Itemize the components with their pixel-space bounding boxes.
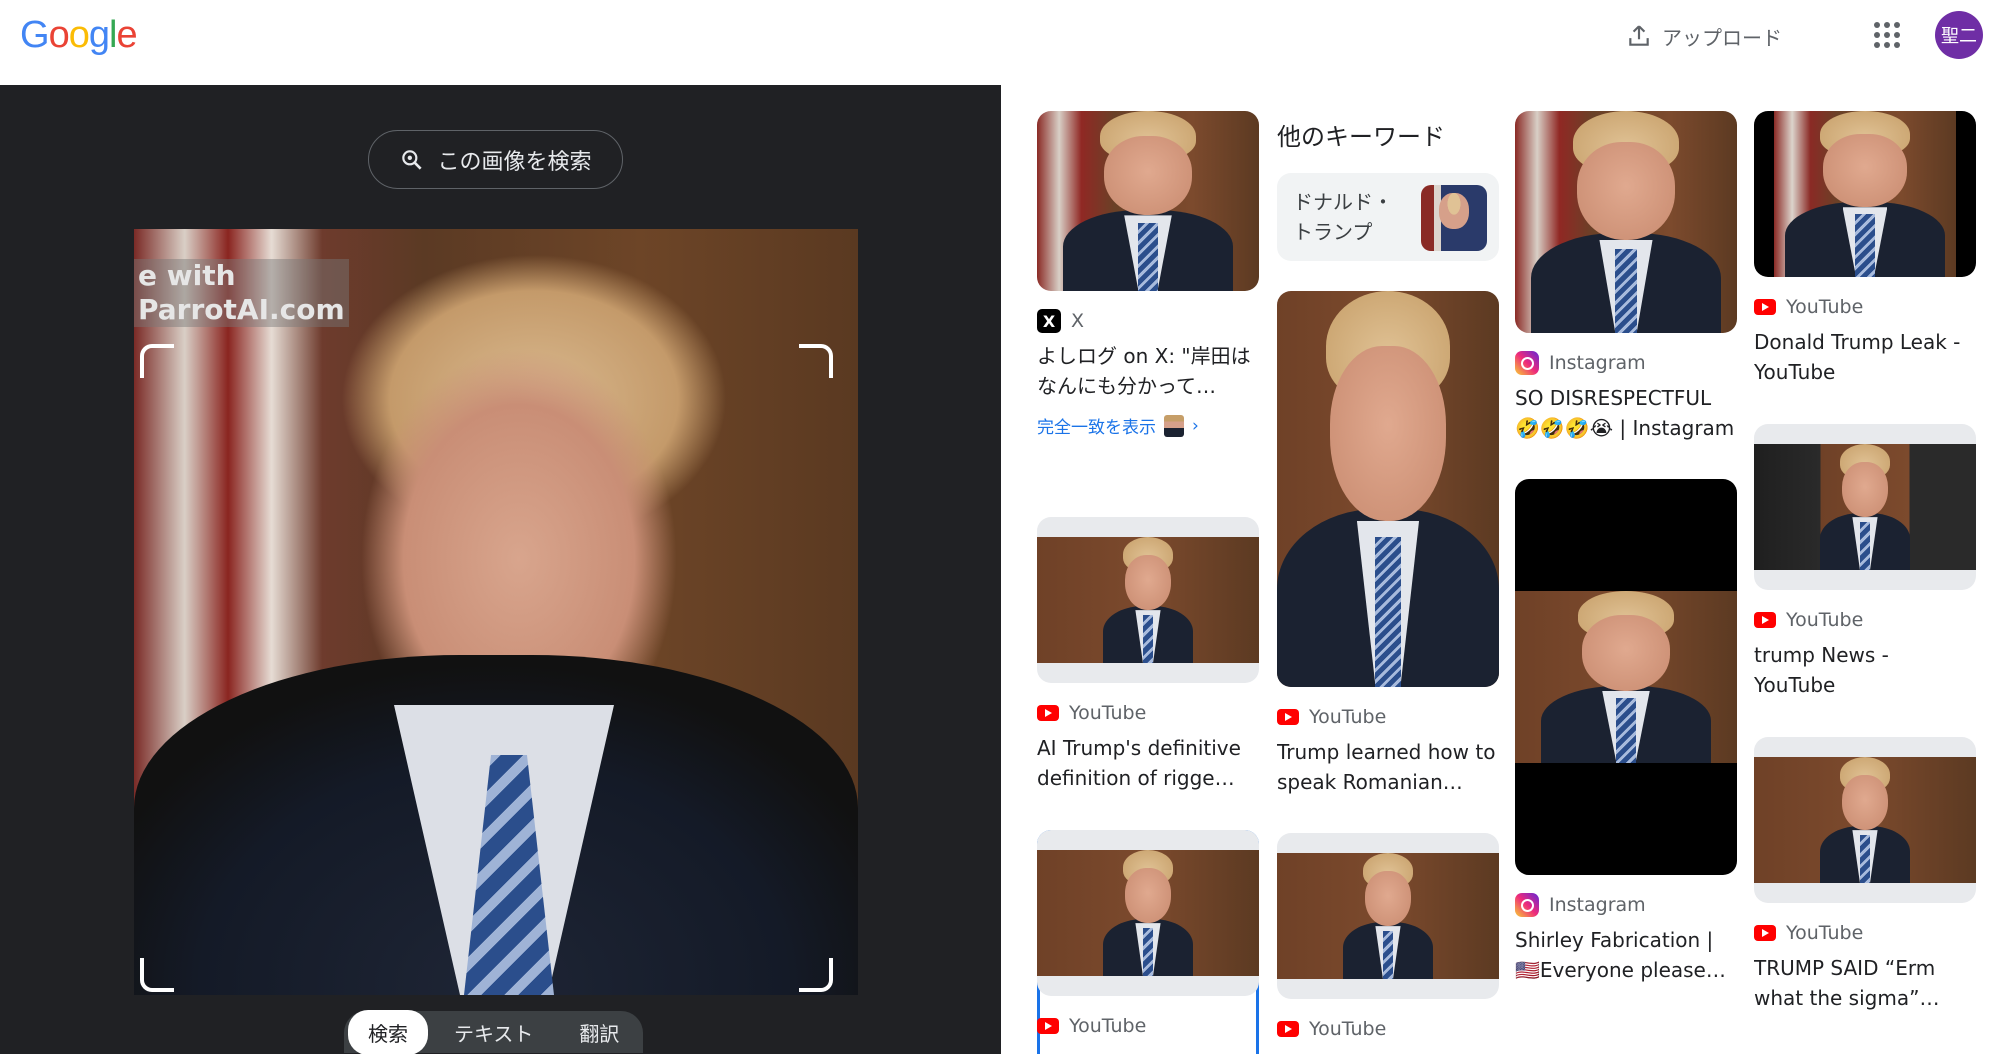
logo-letter: e xyxy=(116,14,137,56)
source-name: YouTube xyxy=(1069,702,1147,724)
source-name: YouTube xyxy=(1309,1018,1387,1040)
result-card[interactable]: XX よしログ on X: "岸田はなんにも分かって… 完全一致を表示 › xyxy=(1037,111,1259,438)
result-title[interactable]: よしログ on X: "岸田はなんにも分かって… xyxy=(1037,341,1259,401)
youtube-icon xyxy=(1754,925,1776,941)
result-thumbnail[interactable] xyxy=(1754,111,1976,277)
keyword-chip-image xyxy=(1421,185,1487,251)
result-title[interactable]: AI Trump's definitive definition of rigg… xyxy=(1037,733,1259,793)
crop-handle-top-left[interactable] xyxy=(140,344,174,378)
result-thumbnail[interactable] xyxy=(1754,424,1976,590)
source-name: Instagram xyxy=(1549,352,1646,374)
search-this-image-button[interactable]: この画像を検索 xyxy=(368,130,623,189)
result-source: YouTube xyxy=(1037,1012,1259,1040)
result-source: YouTube xyxy=(1277,1015,1499,1043)
logo-letter: l xyxy=(108,14,118,56)
mode-tabs: 検索 テキスト 翻訳 xyxy=(344,1009,644,1054)
exact-match-label: 完全一致を表示 xyxy=(1037,418,1156,438)
keyword-chip-donald-trump[interactable]: ドナルド・トランプ xyxy=(1277,173,1499,261)
source-name: YouTube xyxy=(1069,1015,1147,1037)
result-thumbnail[interactable] xyxy=(1277,291,1499,687)
crop-handle-top-right[interactable] xyxy=(799,344,833,378)
youtube-icon xyxy=(1277,1021,1299,1037)
logo-letter: G xyxy=(20,14,50,56)
result-thumbnail[interactable] xyxy=(1515,111,1737,333)
result-title[interactable]: SO DISRESPECTFUL 🤣🤣🤣😭 | Instagram xyxy=(1515,383,1737,443)
query-image: e with ParrotAI.com xyxy=(134,229,858,995)
tab-translate[interactable]: 翻訳 xyxy=(559,1010,639,1054)
upload-icon xyxy=(1629,25,1649,46)
result-thumbnail[interactable] xyxy=(1037,111,1259,291)
google-logo[interactable]: Google xyxy=(20,14,138,57)
result-title[interactable]: trump News - YouTube xyxy=(1754,640,1976,700)
image-panel: この画像を検索 e with ParrotAI.com 検索 テキスト 翻訳 xyxy=(0,85,1001,1054)
result-card[interactable]: YouTube AI Trump's definitive definition… xyxy=(1037,517,1259,793)
image-watermark: e with ParrotAI.com xyxy=(134,259,349,327)
result-source: Instagram xyxy=(1515,891,1737,919)
result-source: YouTube xyxy=(1754,919,1976,947)
result-thumbnail[interactable] xyxy=(1037,517,1259,683)
result-card[interactable]: YouTube TRUMP SAID “Erm what the sigma”… xyxy=(1754,737,1976,1013)
apps-grid-icon[interactable] xyxy=(1874,22,1900,48)
youtube-icon xyxy=(1037,705,1059,721)
exact-match-thumbnail xyxy=(1164,414,1184,437)
result-card[interactable]: Instagram Shirley Fabrication | 🇺🇸Everyo… xyxy=(1515,479,1737,985)
result-card[interactable]: YouTube xyxy=(1037,830,1259,1040)
upload-button[interactable]: アップロード xyxy=(1626,20,1782,52)
results-panel: XX よしログ on X: "岸田はなんにも分かって… 完全一致を表示 › You… xyxy=(1001,85,1999,1054)
result-card[interactable]: Instagram SO DISRESPECTFUL 🤣🤣🤣😭 | Instag… xyxy=(1515,111,1737,443)
result-thumbnail[interactable] xyxy=(1037,830,1259,996)
upload-label: アップロード xyxy=(1662,25,1782,50)
youtube-icon xyxy=(1277,709,1299,725)
youtube-icon xyxy=(1754,299,1776,315)
source-name: YouTube xyxy=(1786,296,1864,318)
result-source: YouTube xyxy=(1277,703,1499,731)
avatar[interactable]: 聖二 xyxy=(1935,11,1983,59)
tab-text[interactable]: テキスト xyxy=(434,1010,553,1054)
result-source: YouTube xyxy=(1754,293,1976,321)
exact-match-link[interactable]: 完全一致を表示 › xyxy=(1037,413,1259,438)
result-source: YouTube xyxy=(1754,606,1976,634)
crop-handle-bottom-right[interactable] xyxy=(799,958,833,992)
result-source: Instagram xyxy=(1515,349,1737,377)
result-title[interactable]: Trump learned how to speak Romanian… xyxy=(1277,737,1499,797)
instagram-icon xyxy=(1515,893,1539,917)
x-icon: X xyxy=(1037,309,1061,333)
result-thumbnail[interactable] xyxy=(1515,479,1737,875)
crop-handle-bottom-left[interactable] xyxy=(140,958,174,992)
result-thumbnail[interactable] xyxy=(1277,833,1499,999)
search-this-image-label: この画像を検索 xyxy=(437,149,592,175)
logo-letter: o xyxy=(68,14,90,56)
result-title[interactable]: Donald Trump Leak - YouTube xyxy=(1754,327,1976,387)
youtube-icon xyxy=(1037,1018,1059,1034)
result-title[interactable]: Shirley Fabrication | 🇺🇸Everyone please… xyxy=(1515,925,1737,985)
source-name: Instagram xyxy=(1549,894,1646,916)
lens-search-icon xyxy=(402,149,423,170)
result-title[interactable]: TRUMP SAID “Erm what the sigma”… xyxy=(1754,953,1976,1013)
result-source: XX xyxy=(1037,307,1259,335)
source-name: YouTube xyxy=(1786,922,1864,944)
watermark-line: ParrotAI.com xyxy=(138,293,345,326)
result-card[interactable]: YouTube Donald Trump Leak - YouTube xyxy=(1754,111,1976,387)
related-keywords-heading: 他のキーワード xyxy=(1277,123,1445,151)
source-name: X xyxy=(1071,310,1085,332)
instagram-icon xyxy=(1515,351,1539,375)
result-thumbnail[interactable] xyxy=(1754,737,1976,903)
youtube-icon xyxy=(1754,612,1776,628)
result-card[interactable]: YouTube xyxy=(1277,833,1499,1043)
tab-search[interactable]: 検索 xyxy=(348,1009,428,1054)
source-name: YouTube xyxy=(1786,609,1864,631)
logo-letter: o xyxy=(48,14,70,56)
source-name: YouTube xyxy=(1309,706,1387,728)
chevron-right-icon: › xyxy=(1192,415,1199,436)
logo-letter: g xyxy=(88,14,110,56)
result-card[interactable]: YouTube trump News - YouTube xyxy=(1754,424,1976,700)
keyword-chip-label: ドナルド・トランプ xyxy=(1293,190,1393,244)
watermark-line: e with xyxy=(138,259,236,292)
result-source: YouTube xyxy=(1037,699,1259,727)
top-bar: Google アップロード 聖二 xyxy=(0,0,1999,85)
result-card[interactable]: YouTube Trump learned how to speak Roman… xyxy=(1277,291,1499,797)
